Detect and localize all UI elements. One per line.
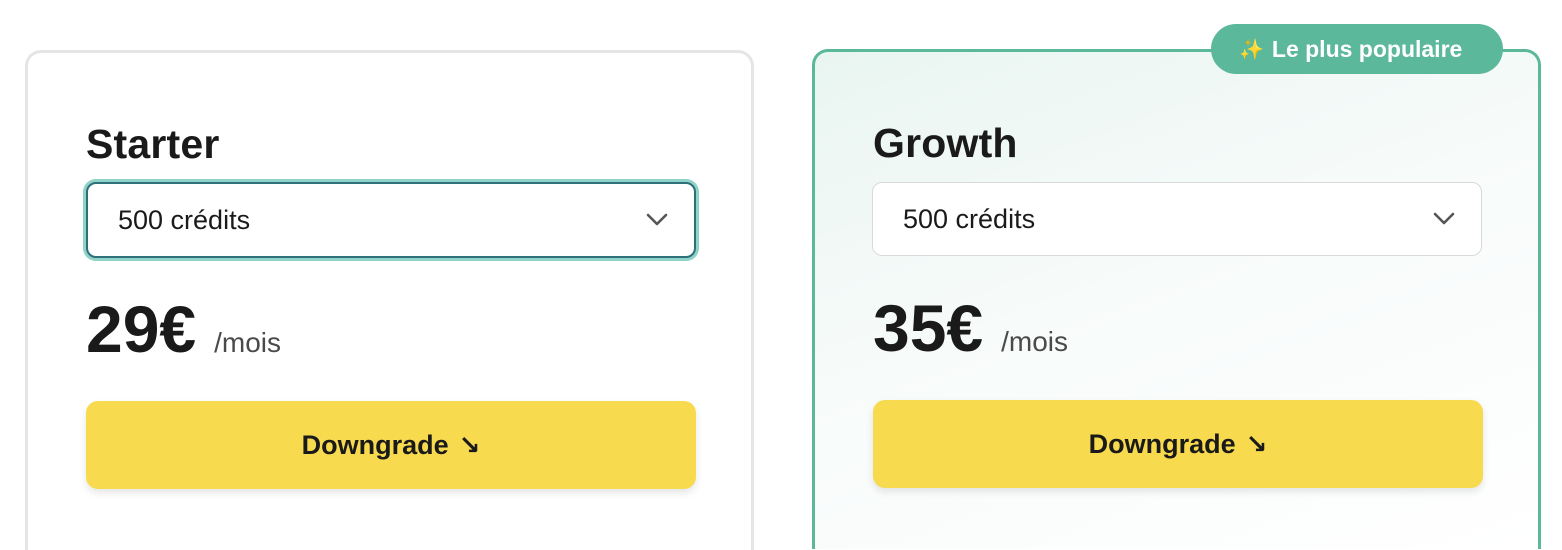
arrow-down-right-icon: ↘ (1245, 428, 1268, 459)
price-row: 35€ /mois (873, 290, 1068, 366)
downgrade-button-label: Downgrade (1088, 428, 1236, 459)
credits-select[interactable]: 500 crédits (872, 182, 1482, 256)
downgrade-button-label: Downgrade (301, 429, 449, 460)
credits-select-value: 500 crédits (903, 203, 1036, 234)
price-row: 29€ /mois (86, 291, 281, 367)
plan-name: Growth (873, 120, 1018, 166)
chevron-down-icon (1433, 212, 1455, 225)
credits-select-value: 500 crédits (118, 204, 251, 235)
plan-card-growth: Growth 500 crédits 35€ /mois Downgrade ↘ (812, 49, 1541, 549)
popular-badge-label: Le plus populaire (1271, 35, 1463, 62)
sparkles-icon: ✨ (1239, 38, 1264, 61)
plan-name: Starter (86, 121, 220, 167)
chevron-down-icon (646, 213, 668, 226)
price-period: /mois (214, 327, 282, 358)
downgrade-button[interactable]: Downgrade ↘ (86, 401, 696, 489)
credits-select[interactable]: 500 crédits (86, 182, 696, 258)
price-period: /mois (1001, 326, 1069, 357)
arrow-down-right-icon: ↘ (458, 429, 481, 460)
price: 35€ (873, 291, 984, 365)
popular-badge: ✨ Le plus populaire (1211, 24, 1503, 74)
downgrade-button[interactable]: Downgrade ↘ (873, 400, 1483, 488)
price: 29€ (86, 292, 197, 366)
plan-card-starter: Starter 500 crédits 29€ /mois Downgrade … (25, 50, 754, 550)
